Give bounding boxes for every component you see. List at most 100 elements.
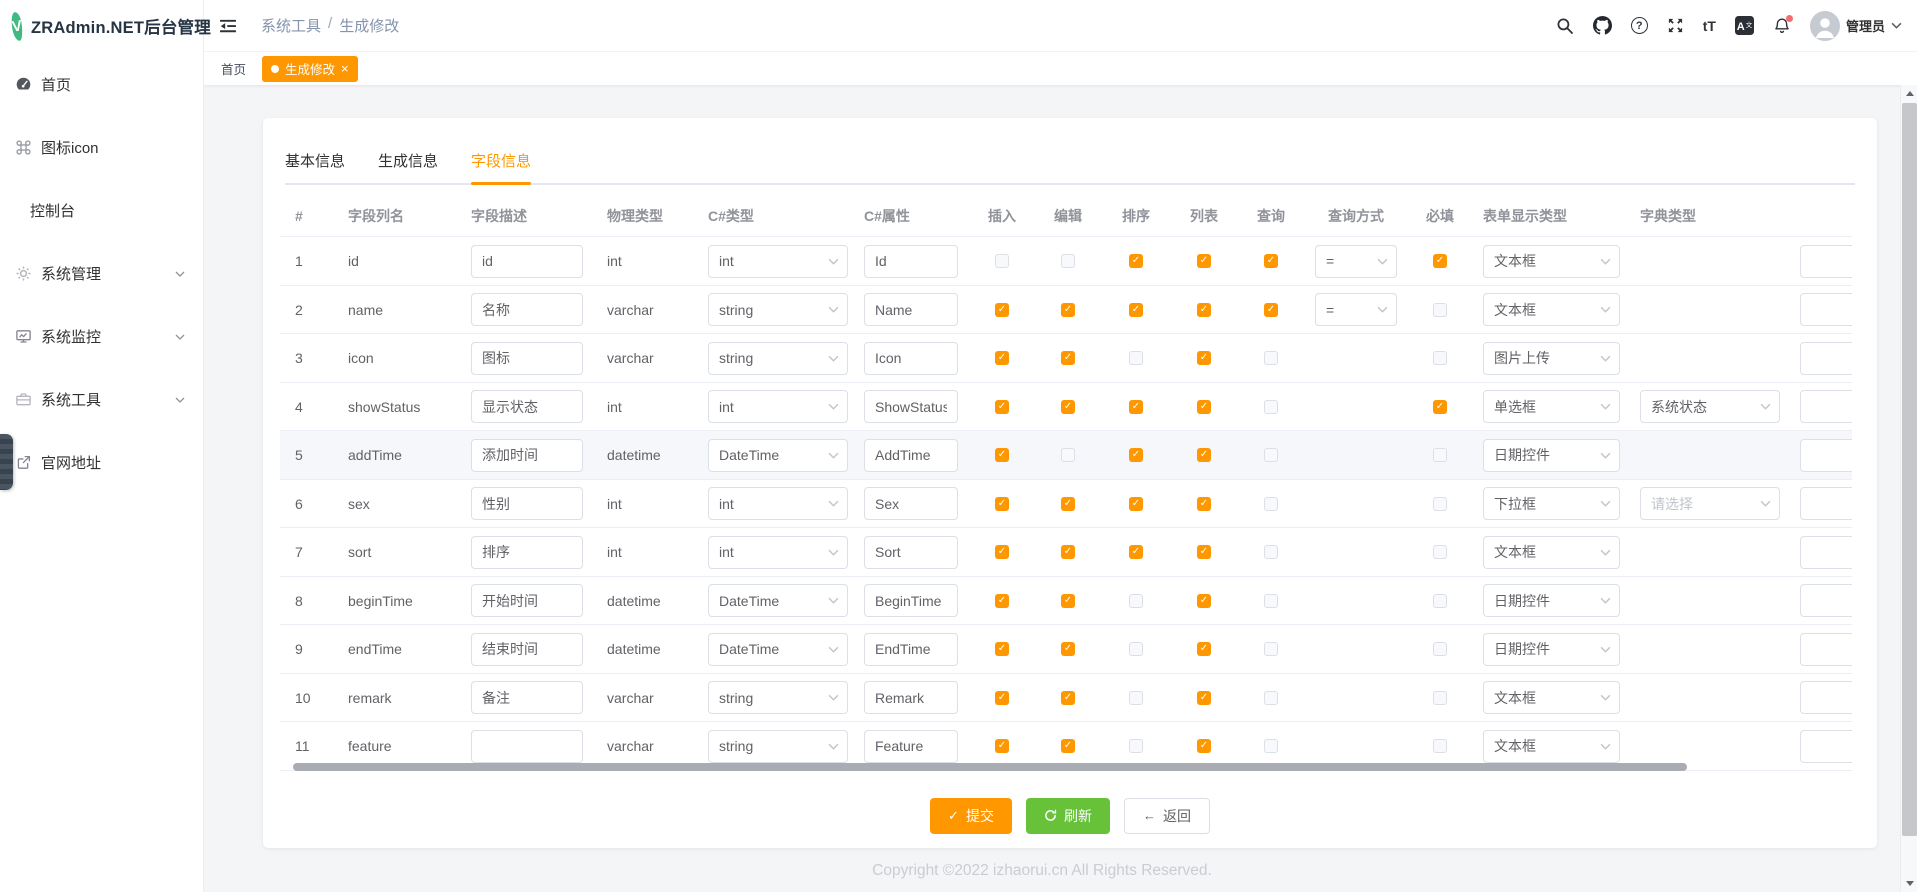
sidebar-item-5[interactable]: 系统工具	[0, 368, 203, 431]
input-description[interactable]	[471, 633, 583, 666]
checkbox-list[interactable]: ✓	[1197, 642, 1211, 656]
tab-1[interactable]: 生成信息	[378, 138, 438, 183]
checkbox-list[interactable]: ✓	[1197, 448, 1211, 462]
select-csharp_type[interactable]: int	[708, 390, 848, 423]
checkbox-list[interactable]: ✓	[1197, 497, 1211, 511]
select-display_type[interactable]: 下拉框	[1483, 487, 1620, 520]
checkbox-sort[interactable]	[1129, 642, 1143, 656]
select-query_type[interactable]: =	[1315, 245, 1397, 278]
select-display_type[interactable]: 文本框	[1483, 293, 1620, 326]
app-logo[interactable]: V ZRAdmin.NET后台管理	[0, 0, 203, 52]
input-csharp_property[interactable]	[864, 633, 958, 666]
user-menu[interactable]: 管理员	[1810, 11, 1902, 41]
input-csharp_property[interactable]	[864, 342, 958, 375]
input-extra[interactable]	[1800, 536, 1852, 569]
sidebar-item-0[interactable]: 首页	[0, 53, 203, 116]
select-csharp_type[interactable]: string	[708, 293, 848, 326]
input-description[interactable]	[471, 681, 583, 714]
input-description[interactable]	[471, 245, 583, 278]
select-csharp_type[interactable]: int	[708, 536, 848, 569]
checkbox-query[interactable]	[1264, 739, 1278, 753]
input-extra[interactable]	[1800, 487, 1852, 520]
sidebar-item-1[interactable]: 图标icon	[0, 116, 203, 179]
checkbox-list[interactable]: ✓	[1197, 594, 1211, 608]
select-display_type[interactable]: 日期控件	[1483, 439, 1620, 472]
checkbox-query[interactable]	[1264, 594, 1278, 608]
input-extra[interactable]	[1800, 730, 1852, 763]
input-description[interactable]	[471, 487, 583, 520]
search-icon[interactable]	[1556, 17, 1574, 35]
checkbox-insert[interactable]: ✓	[995, 594, 1009, 608]
checkbox-edit[interactable]: ✓	[1061, 739, 1075, 753]
checkbox-sort[interactable]	[1129, 351, 1143, 365]
input-description[interactable]	[471, 536, 583, 569]
checkbox-edit[interactable]: ✓	[1061, 497, 1075, 511]
select-csharp_type[interactable]: DateTime	[708, 633, 848, 666]
input-extra[interactable]	[1800, 245, 1852, 278]
checkbox-query[interactable]	[1264, 400, 1278, 414]
back-button[interactable]: ← 返回	[1124, 798, 1210, 834]
checkbox-list[interactable]: ✓	[1197, 739, 1211, 753]
checkbox-list[interactable]: ✓	[1197, 254, 1211, 268]
translate-icon[interactable]: A文	[1735, 16, 1754, 35]
checkbox-query[interactable]: ✓	[1264, 303, 1278, 317]
scroll-down-arrow[interactable]	[1901, 875, 1917, 892]
sidebar-item-2[interactable]: 控制台	[0, 179, 203, 242]
select-csharp_type[interactable]: DateTime	[708, 584, 848, 617]
select-dict_type[interactable]: 请选择	[1640, 487, 1780, 520]
checkbox-required[interactable]	[1433, 691, 1447, 705]
input-description[interactable]	[471, 730, 583, 763]
checkbox-query[interactable]	[1264, 448, 1278, 462]
checkbox-insert[interactable]: ✓	[995, 351, 1009, 365]
select-csharp_type[interactable]: string	[708, 681, 848, 714]
checkbox-sort[interactable]	[1129, 691, 1143, 705]
refresh-button[interactable]: 刷新	[1026, 798, 1110, 834]
checkbox-required[interactable]	[1433, 351, 1447, 365]
input-description[interactable]	[471, 439, 583, 472]
checkbox-required[interactable]	[1433, 497, 1447, 511]
checkbox-list[interactable]: ✓	[1197, 691, 1211, 705]
input-csharp_property[interactable]	[864, 584, 958, 617]
tab-0[interactable]: 基本信息	[285, 138, 345, 183]
select-csharp_type[interactable]: DateTime	[708, 439, 848, 472]
input-csharp_property[interactable]	[864, 245, 958, 278]
checkbox-sort[interactable]: ✓	[1129, 400, 1143, 414]
checkbox-edit[interactable]	[1061, 254, 1075, 268]
input-extra[interactable]	[1800, 681, 1852, 714]
github-icon[interactable]	[1593, 16, 1612, 35]
checkbox-sort[interactable]: ✓	[1129, 448, 1143, 462]
checkbox-edit[interactable]	[1061, 448, 1075, 462]
sidebar-item-6[interactable]: 官网地址	[0, 431, 203, 494]
bell-icon[interactable]	[1773, 17, 1791, 35]
checkbox-insert[interactable]: ✓	[995, 739, 1009, 753]
breadcrumb-section[interactable]: 系统工具	[261, 15, 321, 36]
scroll-up-arrow[interactable]	[1901, 85, 1917, 102]
select-display_type[interactable]: 日期控件	[1483, 633, 1620, 666]
checkbox-query[interactable]	[1264, 545, 1278, 559]
checkbox-query[interactable]: ✓	[1264, 254, 1278, 268]
input-csharp_property[interactable]	[864, 293, 958, 326]
submit-button[interactable]: ✓ 提交	[930, 798, 1012, 834]
select-display_type[interactable]: 文本框	[1483, 536, 1620, 569]
input-csharp_property[interactable]	[864, 730, 958, 763]
select-csharp_type[interactable]: int	[708, 245, 848, 278]
input-csharp_property[interactable]	[864, 681, 958, 714]
checkbox-required[interactable]	[1433, 448, 1447, 462]
select-display_type[interactable]: 日期控件	[1483, 584, 1620, 617]
select-dict_type[interactable]: 系统状态	[1640, 390, 1780, 423]
checkbox-query[interactable]	[1264, 691, 1278, 705]
input-extra[interactable]	[1800, 439, 1852, 472]
checkbox-insert[interactable]: ✓	[995, 448, 1009, 462]
input-extra[interactable]	[1800, 293, 1852, 326]
checkbox-edit[interactable]: ✓	[1061, 594, 1075, 608]
checkbox-list[interactable]: ✓	[1197, 545, 1211, 559]
input-extra[interactable]	[1800, 584, 1852, 617]
font-size-icon[interactable]: tT	[1703, 18, 1716, 34]
help-icon[interactable]: ?	[1631, 17, 1648, 34]
input-description[interactable]	[471, 584, 583, 617]
sidebar-item-3[interactable]: 系统管理	[0, 242, 203, 305]
theme-drawer-handle[interactable]	[0, 434, 13, 490]
checkbox-insert[interactable]: ✓	[995, 545, 1009, 559]
input-csharp_property[interactable]	[864, 487, 958, 520]
fullscreen-icon[interactable]	[1667, 17, 1684, 34]
